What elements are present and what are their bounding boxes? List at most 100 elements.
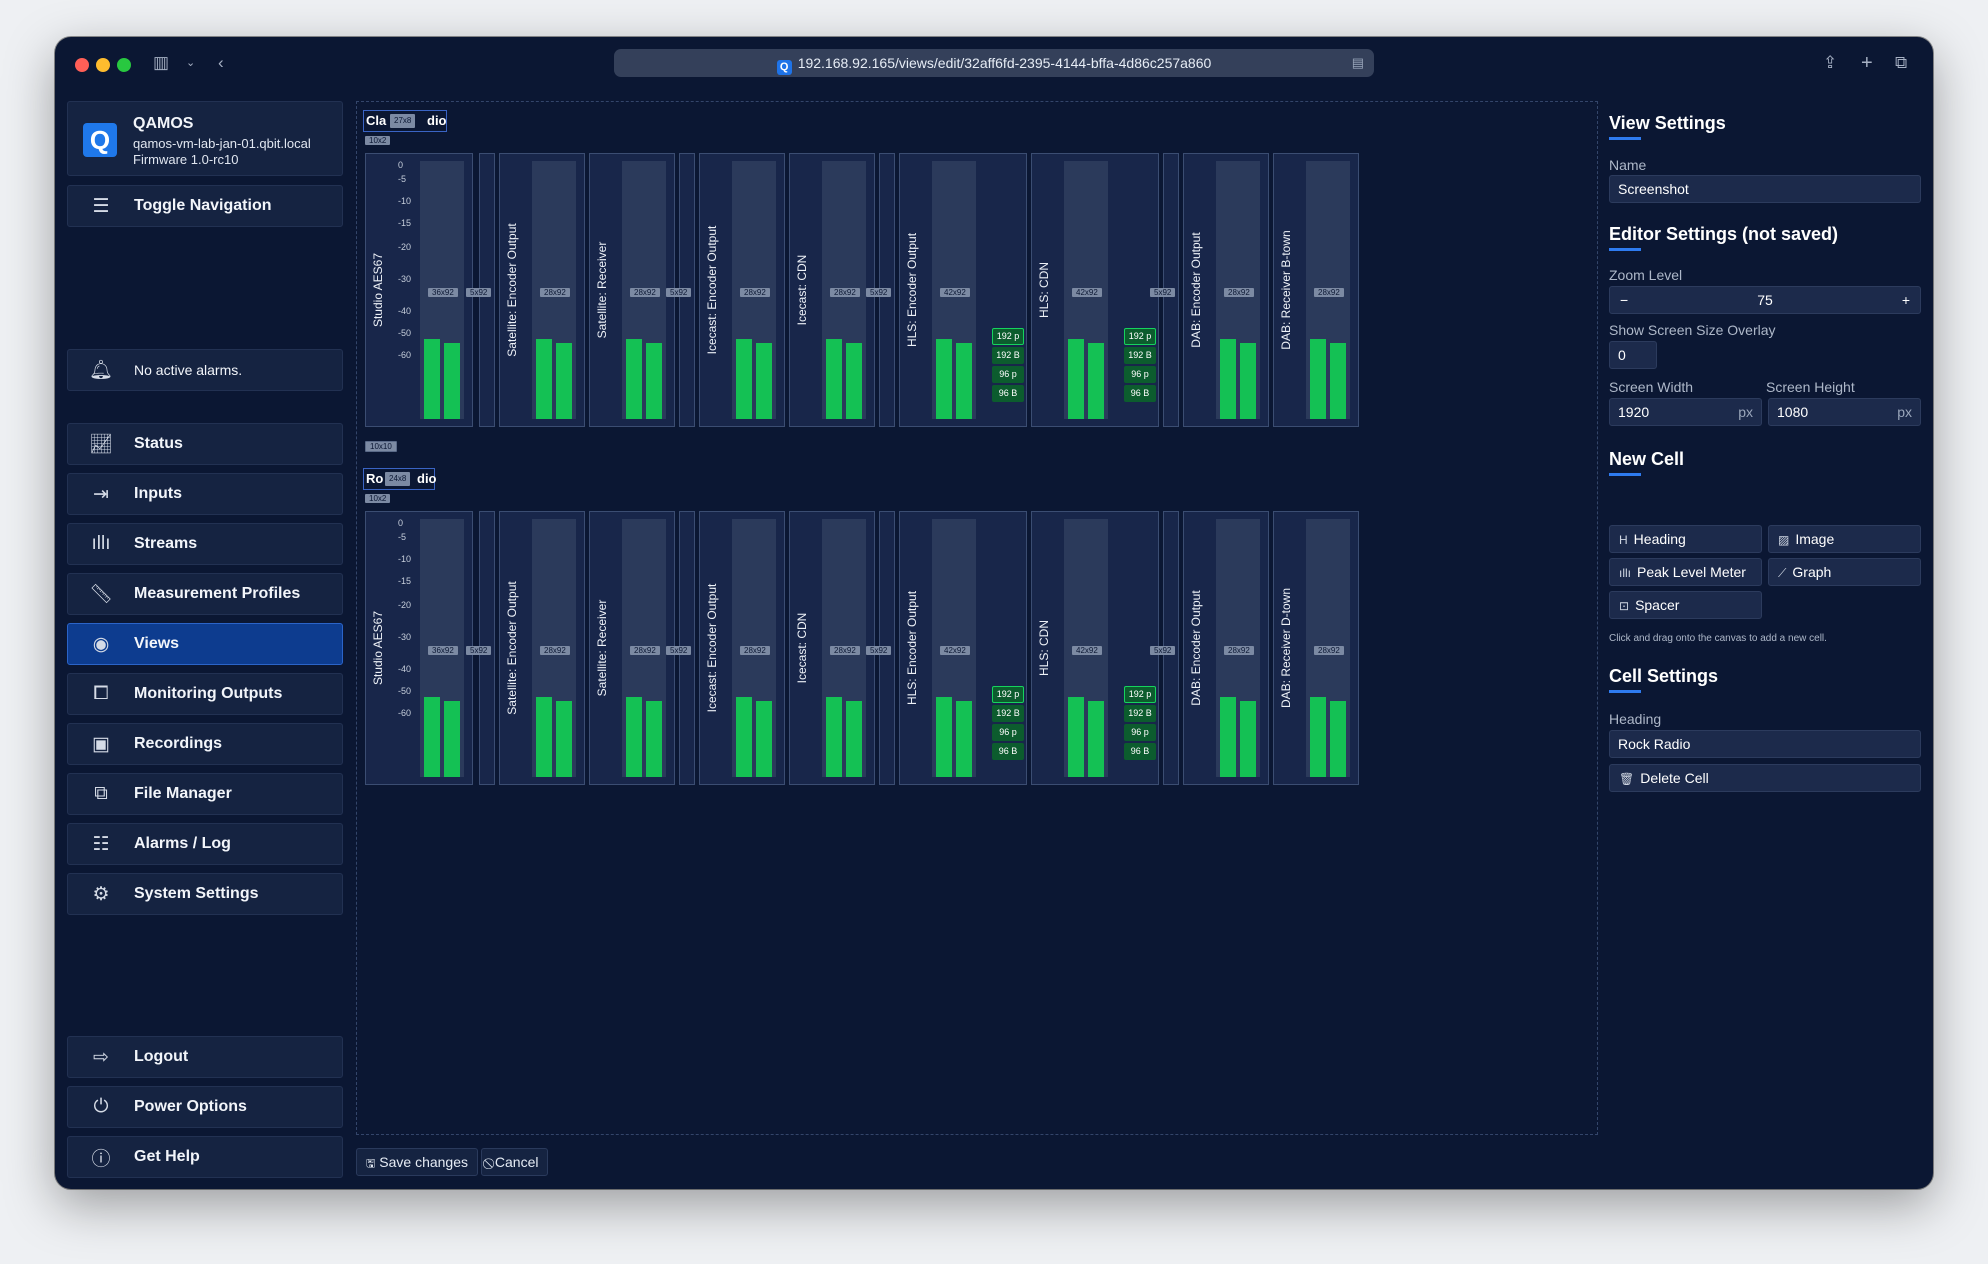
- sidebar-item-system-settings[interactable]: ⚙︎ System Settings: [67, 873, 343, 915]
- cancel-button[interactable]: ⃠ Cancel: [481, 1148, 549, 1176]
- meter-bar-right: [756, 701, 772, 777]
- size-tag: 28x92: [1314, 646, 1344, 655]
- peak-level-meter-cell[interactable]: Satellite: Receiver 28x92: [589, 153, 675, 427]
- brand-name: QAMOS: [133, 115, 194, 132]
- sidebar-item-recordings[interactable]: ▣ Recordings: [67, 723, 343, 765]
- cancel-label: Cancel: [494, 1154, 539, 1170]
- logout-button[interactable]: ⇨ Logout: [67, 1036, 343, 1078]
- scale-tick-label: -20: [398, 242, 412, 252]
- peak-level-meter-cell[interactable]: Satellite: Encoder Output 28x92: [499, 511, 585, 785]
- new-spacer-cell-button[interactable]: ⊡ Spacer: [1609, 591, 1762, 619]
- meter-bar-right: [1330, 343, 1346, 419]
- peak-level-meter-cell[interactable]: DAB: Encoder Output 28x92: [1183, 153, 1269, 427]
- name-label: Name: [1609, 157, 1647, 173]
- sidebar-item-alarms-log[interactable]: ☷ Alarms / Log: [67, 823, 343, 865]
- spacer-cell[interactable]: 5x92: [1150, 511, 1179, 785]
- meter-label-text: DAB: Receiver B-town: [1279, 230, 1293, 350]
- power-options-button[interactable]: ⏻ Power Options: [67, 1086, 343, 1128]
- get-help-button[interactable]: ⓘ Get Help: [67, 1136, 343, 1178]
- sidebar-item-measurement-profiles[interactable]: 📏︎ Measurement Profiles: [67, 573, 343, 615]
- meter-bar-right: [846, 701, 862, 777]
- spacer-cell[interactable]: 5x92: [466, 153, 495, 427]
- spacer-cell[interactable]: 5x92: [666, 153, 695, 427]
- spacer-cell[interactable]: 5x92: [466, 511, 495, 785]
- address-bar[interactable]: Q 192.168.92.165/views/edit/32aff6fd-2395…: [614, 49, 1374, 77]
- spacer-cell[interactable]: 5x92: [866, 511, 895, 785]
- peak-level-meter-cell[interactable]: Satellite: Encoder Output 28x92: [499, 153, 585, 427]
- back-icon[interactable]: ‹: [218, 51, 224, 75]
- new-tab-icon[interactable]: +: [1861, 51, 1873, 75]
- save-changes-button[interactable]: 🖫︎ Save changes: [356, 1148, 478, 1176]
- zoom-increase-button[interactable]: +: [1902, 287, 1910, 313]
- peak-level-meter-cell[interactable]: DAB: Receiver B-town 28x92: [1273, 153, 1359, 427]
- size-tag: 42x92: [940, 646, 970, 655]
- sidebar-item-file-manager[interactable]: ⧉ File Manager: [67, 773, 343, 815]
- scale-tick-label: -15: [398, 576, 412, 586]
- share-icon[interactable]: ⇪: [1823, 51, 1837, 75]
- bitrate-badge: 96 B: [1124, 743, 1156, 760]
- spacer-cell[interactable]: 5x92: [866, 153, 895, 427]
- peak-level-meter-cell[interactable]: Satellite: Receiver 28x92: [589, 511, 675, 785]
- zoom-decrease-button[interactable]: −: [1620, 287, 1628, 313]
- size-tag: 5x92: [1150, 646, 1176, 655]
- meter-label: DAB: Receiver D-town: [1274, 512, 1298, 784]
- peak-level-meter-cell[interactable]: HLS: Encoder Output 42x92 192 p 192 B 96 p 96…: [899, 511, 1027, 785]
- sidebar-item-views[interactable]: ◉ Views: [67, 623, 343, 665]
- tabs-overview-icon[interactable]: ⧉: [1895, 51, 1907, 75]
- chevron-down-icon[interactable]: ⌄: [186, 51, 195, 75]
- toggle-navigation-button[interactable]: ☰ Toggle Navigation: [67, 185, 343, 227]
- reader-icon[interactable]: ▤: [1352, 49, 1364, 77]
- peak-level-meter-cell[interactable]: HLS: CDN 42x92 192 p 192 B 96 p 96 B: [1031, 153, 1159, 427]
- peak-level-meter-cell[interactable]: Icecast: Encoder Output 28x92: [699, 511, 785, 785]
- sidebar-toggle-icon[interactable]: ▥: [153, 51, 169, 75]
- meter-label: Studio AES67: [366, 154, 390, 426]
- screen-height-input[interactable]: 1080 px: [1768, 398, 1921, 426]
- meter-bar-right: [556, 343, 572, 419]
- screen-size-overlay-input[interactable]: 0: [1609, 341, 1657, 369]
- zoom-window-button[interactable]: [117, 58, 131, 72]
- sidebar-item-monitoring-outputs[interactable]: ⧠ Monitoring Outputs: [67, 673, 343, 715]
- spacer-cell[interactable]: 5x92: [1150, 153, 1179, 427]
- bitrate-badge: 192 B: [1124, 347, 1156, 364]
- new-peak-level-meter-button[interactable]: ıllı Peak Level Meter: [1609, 558, 1762, 586]
- peak-level-meter-cell[interactable]: Studio AES67 0 -5 -10 -15 -20 -30 -40 -50 -60 36x9…: [365, 511, 473, 785]
- view-canvas[interactable]: Cla 27x8 dio 10x2 Studio AES67 0 -5 -10 -15 -20…: [356, 101, 1598, 1135]
- sidebar-item-label: Inputs: [134, 485, 182, 502]
- zoom-level-stepper[interactable]: − 75 +: [1609, 286, 1921, 314]
- new-graph-cell-button[interactable]: ⟋ Graph: [1768, 558, 1921, 586]
- minimize-window-button[interactable]: [96, 58, 110, 72]
- size-tag: 28x92: [1224, 288, 1254, 297]
- peak-level-meter-cell[interactable]: Icecast: CDN 28x92: [789, 153, 875, 427]
- heading-input[interactable]: Rock Radio: [1609, 730, 1921, 758]
- help-icon: ⓘ: [91, 1148, 111, 1170]
- close-window-button[interactable]: [75, 58, 89, 72]
- peak-level-meter-cell[interactable]: DAB: Receiver D-town 28x92: [1273, 511, 1359, 785]
- peak-level-meter-cell[interactable]: Icecast: Encoder Output 28x92: [699, 153, 785, 427]
- new-heading-cell-button[interactable]: H Heading: [1609, 525, 1762, 553]
- zoom-level-label: Zoom Level: [1609, 267, 1683, 283]
- name-input[interactable]: Screenshot: [1609, 175, 1921, 203]
- meter-bar-right: [556, 701, 572, 777]
- sidebar-item-status[interactable]: 📈︎ Status: [67, 423, 343, 465]
- logout-label: Logout: [134, 1048, 189, 1065]
- peak-level-meter-cell[interactable]: HLS: CDN 42x92 192 p 192 B 96 p 96 B: [1031, 511, 1159, 785]
- screen-width-input[interactable]: 1920 px: [1609, 398, 1762, 426]
- new-image-cell-button[interactable]: ▨ Image: [1768, 525, 1921, 553]
- alarm-status[interactable]: 🔔︎ No active alarms.: [67, 349, 343, 391]
- peak-level-meter-cell[interactable]: DAB: Encoder Output 28x92: [1183, 511, 1269, 785]
- sidebar-item-inputs[interactable]: ⇥ Inputs: [67, 473, 343, 515]
- peak-level-meter-cell[interactable]: Studio AES67 0 -5 -10 -15 -20 -30 -40 -50 -60 36x9…: [365, 153, 473, 427]
- bitrate-badge: 192 B: [992, 705, 1024, 722]
- peak-level-meter-cell[interactable]: Icecast: CDN 28x92: [789, 511, 875, 785]
- spacer-cell[interactable]: 5x92: [666, 511, 695, 785]
- meter-label: Satellite: Receiver: [590, 512, 614, 784]
- meter-bar-left: [1068, 339, 1084, 419]
- heading-cell-classic[interactable]: Cla 27x8 dio: [363, 110, 447, 132]
- peak-level-meter-cell[interactable]: HLS: Encoder Output 42x92 192 p 192 B 96 p 96…: [899, 153, 1027, 427]
- meter-bar-left: [536, 339, 552, 419]
- delete-cell-button[interactable]: 🗑︎ Delete Cell: [1609, 764, 1921, 792]
- scale-tick-label: -20: [398, 600, 412, 610]
- sidebar-item-streams[interactable]: ıllı Streams: [67, 523, 343, 565]
- heading-cell-rock[interactable]: Ro 24x8 dio: [363, 468, 437, 490]
- size-tag: 27x8: [390, 114, 416, 128]
